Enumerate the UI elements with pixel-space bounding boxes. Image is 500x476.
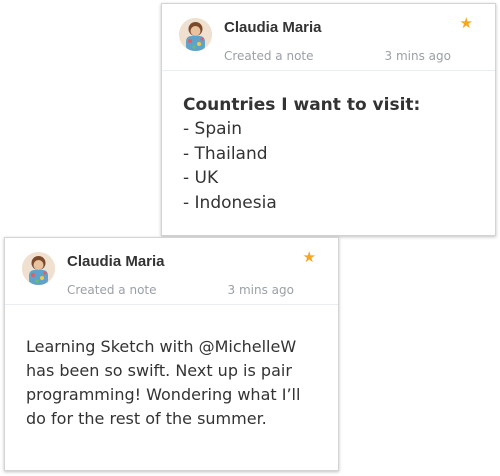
user-avatar[interactable]: [22, 252, 55, 285]
note-card-header: Claudia Maria Created a note 3 mins ago …: [5, 238, 338, 305]
list-item: - Spain: [183, 119, 243, 139]
note-action: Created a note: [224, 49, 314, 63]
note-card-header: Claudia Maria Created a note 3 mins ago …: [162, 4, 495, 71]
note-card[interactable]: Claudia Maria Created a note 3 mins ago …: [4, 237, 339, 471]
note-text: Learning Sketch with @MichelleW has been…: [26, 337, 301, 428]
note-card[interactable]: Claudia Maria Created a note 3 mins ago …: [161, 3, 496, 236]
author-name[interactable]: Claudia Maria: [224, 19, 322, 36]
note-list: - Spain - Thailand - UK - Indonesia: [183, 117, 474, 215]
star-icon[interactable]: ★: [303, 250, 316, 265]
note-title: Countries I want to visit:: [183, 95, 421, 115]
list-item: - UK: [183, 168, 219, 188]
note-action: Created a note: [67, 283, 157, 297]
timestamp: 3 mins ago: [227, 283, 294, 297]
star-icon[interactable]: ★: [460, 16, 473, 31]
user-avatar[interactable]: [179, 18, 212, 51]
list-item: - Thailand: [183, 143, 268, 164]
timestamp: 3 mins ago: [384, 49, 451, 63]
note-body: Learning Sketch with @MichelleW has been…: [5, 305, 338, 431]
list-item: - Indonesia: [183, 192, 277, 213]
author-name[interactable]: Claudia Maria: [67, 253, 165, 270]
note-body: Countries I want to visit: - Spain - Tha…: [162, 71, 495, 215]
